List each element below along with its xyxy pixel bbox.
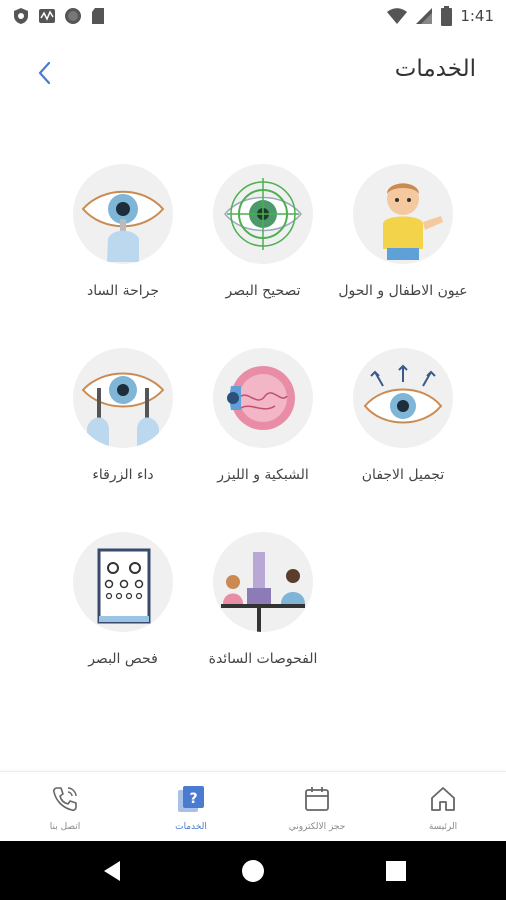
home-circle-icon[interactable] xyxy=(241,859,265,883)
service-label: جراحة الساد xyxy=(86,283,160,299)
service-label: تصحيح البصر xyxy=(225,283,301,299)
nav-item-contact[interactable]: اتصل بنا xyxy=(2,772,128,842)
nav-item-services[interactable]: ? الخدمات xyxy=(128,772,254,842)
service-retina-laser[interactable]: الشبكية و الليزر xyxy=(188,348,338,488)
vision-correction-icon xyxy=(224,178,302,250)
service-label: فحص البصر xyxy=(88,651,158,667)
service-label: عيون الاطفال و الحول xyxy=(338,283,468,299)
service-circle xyxy=(353,348,453,448)
system-nav-bar xyxy=(0,841,506,900)
circle-icon xyxy=(65,8,81,24)
service-child-eye[interactable]: عيون الاطفال و الحول xyxy=(328,164,478,304)
services-icon: ? xyxy=(178,786,204,812)
child-eye-icon xyxy=(383,183,443,260)
service-circle xyxy=(213,164,313,264)
service-label: الفحوصات السائدة xyxy=(208,651,318,667)
signal-icon xyxy=(416,8,433,24)
phone-icon xyxy=(52,787,77,812)
status-left-icons xyxy=(12,7,106,25)
nav-label: الخدمات xyxy=(175,822,207,832)
service-glaucoma[interactable]: داء الزرقاء xyxy=(48,348,198,488)
svg-text:?: ? xyxy=(189,791,197,807)
nav-item-home[interactable]: الرئيسة xyxy=(380,772,506,842)
service-circle xyxy=(353,164,453,264)
app-header: الخدمات xyxy=(0,40,506,104)
sd-card-icon xyxy=(92,8,104,24)
nav-label: حجز الالكتروني xyxy=(288,822,346,832)
service-circle xyxy=(73,348,173,448)
eye-chart-icon xyxy=(97,548,151,624)
recents-square-icon[interactable] xyxy=(384,859,408,883)
service-vision-correction[interactable]: تصحيح البصر xyxy=(188,164,338,304)
page-title: الخدمات xyxy=(394,56,476,82)
eye-exam-icon xyxy=(221,552,305,632)
home-icon xyxy=(431,787,455,811)
status-right-icons: 1:41 xyxy=(387,6,494,26)
service-eye-exam[interactable]: الفحوصات السائدة xyxy=(188,532,338,672)
retina-laser-icon xyxy=(227,366,295,430)
bottom-nav: الرئيسة حجز الالكتروني ? الخدمات اتصل بن… xyxy=(0,771,506,842)
activity-icon xyxy=(39,9,55,23)
service-label: الشبكية و الليزر xyxy=(217,467,309,483)
service-label: داء الزرقاء xyxy=(92,467,154,483)
service-eyelid-cosmetic[interactable]: تجميل الاجفان xyxy=(328,348,478,488)
wifi-icon xyxy=(387,8,408,24)
eyelid-cosmetic-icon xyxy=(363,364,443,424)
service-label: تجميل الاجفان xyxy=(361,467,445,483)
back-triangle-icon[interactable] xyxy=(100,859,124,883)
service-eye-chart[interactable]: فحص البصر xyxy=(48,532,198,672)
service-circle xyxy=(213,532,313,632)
nav-label: اتصل بنا xyxy=(49,822,81,832)
glaucoma-icon xyxy=(81,372,165,448)
nav-item-booking[interactable]: حجز الالكتروني xyxy=(254,772,380,842)
calendar-icon xyxy=(305,787,329,811)
status-time: 1:41 xyxy=(460,7,494,25)
service-circle xyxy=(213,348,313,448)
cataract-surgery-icon xyxy=(81,190,165,262)
status-bar: 1:41 xyxy=(0,0,506,32)
nav-label: الرئيسة xyxy=(428,822,458,832)
shield-icon xyxy=(14,8,28,24)
battery-icon xyxy=(441,6,453,26)
back-button[interactable] xyxy=(28,56,62,90)
service-circle xyxy=(73,164,173,264)
service-circle xyxy=(73,532,173,632)
chevron-left-icon xyxy=(38,61,51,85)
service-cataract-surgery[interactable]: جراحة الساد xyxy=(48,164,198,304)
